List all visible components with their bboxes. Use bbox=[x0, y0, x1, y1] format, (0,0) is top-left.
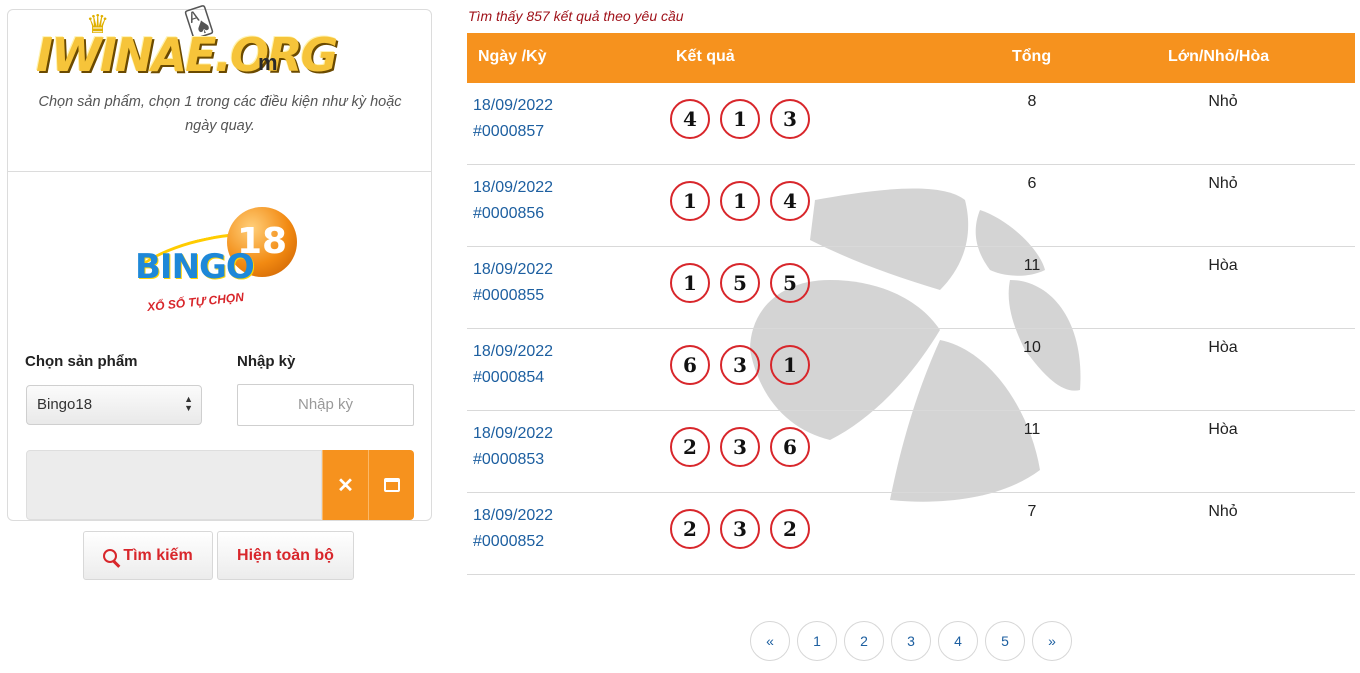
table-row: 18/09/2022 #0000856 1 1 4 6 Nhỏ bbox=[467, 165, 1355, 247]
period-label: Nhập kỳ bbox=[237, 353, 296, 370]
panel-header: ♛ 🂡 IWINAE.ORG m Chọn sản phẩm, chọn 1 t… bbox=[8, 5, 431, 172]
row-date[interactable]: 18/09/2022 #0000856 bbox=[473, 175, 553, 227]
result-ball: 5 bbox=[770, 263, 810, 303]
close-icon: ✕ bbox=[337, 474, 354, 497]
result-ball: 5 bbox=[720, 263, 760, 303]
site-logo: ♛ 🂡 IWINAE.ORG m bbox=[36, 5, 338, 96]
row-size: Hòa bbox=[1208, 339, 1238, 356]
show-all-button[interactable]: Hiện toàn bộ bbox=[217, 531, 354, 580]
result-ball: 3 bbox=[720, 427, 760, 467]
chevron-updown-icon: ▲ ▼ bbox=[184, 394, 193, 413]
page-next[interactable]: » bbox=[1032, 621, 1072, 661]
result-ball: 4 bbox=[770, 181, 810, 221]
result-ball: 2 bbox=[670, 509, 710, 549]
table-row: 18/09/2022 #0000855 1 5 5 11 Hòa bbox=[467, 247, 1355, 329]
header-size: Lớn/Nhỏ/Hòa bbox=[1168, 48, 1270, 65]
search-icon bbox=[103, 548, 118, 563]
row-total: 10 bbox=[1023, 339, 1041, 356]
row-size: Nhỏ bbox=[1208, 93, 1238, 110]
result-ball: 4 bbox=[670, 99, 710, 139]
result-count: Tìm thấy 857 kết quả theo yêu cầu bbox=[468, 8, 684, 24]
row-date[interactable]: 18/09/2022 #0000852 bbox=[473, 503, 553, 555]
result-ball: 3 bbox=[770, 99, 810, 139]
page-1[interactable]: 1 bbox=[797, 621, 837, 661]
table-row: 18/09/2022 #0000853 2 3 6 11 Hòa bbox=[467, 411, 1355, 493]
show-all-button-label: Hiện toàn bộ bbox=[237, 546, 334, 564]
result-ball: 6 bbox=[670, 345, 710, 385]
clear-date-button[interactable]: ✕ bbox=[322, 450, 368, 520]
logo-word: BINGO bbox=[135, 247, 255, 287]
row-date[interactable]: 18/09/2022 #0000857 bbox=[473, 93, 553, 145]
result-ball: 1 bbox=[770, 345, 810, 385]
table-row: 18/09/2022 #0000852 2 3 2 7 Nhỏ bbox=[467, 493, 1355, 575]
row-date[interactable]: 18/09/2022 #0000854 bbox=[473, 339, 553, 391]
calendar-button[interactable] bbox=[368, 450, 414, 520]
page-prev[interactable]: « bbox=[750, 621, 790, 661]
product-label: Chọn sản phẩm bbox=[25, 353, 138, 370]
row-balls: 1 1 4 bbox=[670, 181, 810, 221]
table-header: Ngày /Kỳ Kết quả Tổng Lớn/Nhỏ/Hòa bbox=[467, 33, 1355, 83]
row-total: 11 bbox=[1023, 421, 1041, 438]
row-size: Nhỏ bbox=[1208, 503, 1238, 520]
header-date: Ngày /Kỳ bbox=[478, 48, 547, 65]
row-balls: 4 1 3 bbox=[670, 99, 810, 139]
table-row: 18/09/2022 #0000857 4 1 3 8 Nhỏ bbox=[467, 83, 1355, 165]
row-balls: 6 3 1 bbox=[670, 345, 810, 385]
date-input[interactable] bbox=[26, 450, 322, 520]
header-total: Tổng bbox=[1012, 48, 1052, 65]
page-5[interactable]: 5 bbox=[985, 621, 1025, 661]
row-total: 11 bbox=[1023, 257, 1041, 274]
header-result: Kết quả bbox=[676, 48, 735, 65]
product-select[interactable]: Bingo18 ▲ ▼ bbox=[26, 385, 202, 425]
panel-description: Chọn sản phẩm, chọn 1 trong các điều kiệ… bbox=[38, 94, 402, 134]
row-total: 7 bbox=[1027, 503, 1037, 520]
result-ball: 6 bbox=[770, 427, 810, 467]
results-table: Ngày /Kỳ Kết quả Tổng Lớn/Nhỏ/Hòa 18/09/… bbox=[467, 33, 1355, 575]
result-ball: 2 bbox=[770, 509, 810, 549]
period-input[interactable]: Nhập kỳ bbox=[237, 384, 414, 426]
row-balls: 2 3 6 bbox=[670, 427, 810, 467]
result-ball: 1 bbox=[670, 263, 710, 303]
search-button[interactable]: Tìm kiếm bbox=[83, 531, 213, 580]
result-ball: 1 bbox=[720, 99, 760, 139]
row-size: Hòa bbox=[1208, 421, 1238, 438]
date-picker: ✕ bbox=[26, 450, 414, 520]
row-size: Nhỏ bbox=[1208, 175, 1238, 192]
row-date[interactable]: 18/09/2022 #0000853 bbox=[473, 421, 553, 473]
page-4[interactable]: 4 bbox=[938, 621, 978, 661]
row-total: 6 bbox=[1027, 175, 1037, 192]
table-row: 18/09/2022 #0000854 6 3 1 10 Hòa bbox=[467, 329, 1355, 411]
search-button-label: Tìm kiếm bbox=[123, 546, 193, 564]
row-total: 8 bbox=[1027, 93, 1037, 110]
row-balls: 1 5 5 bbox=[670, 263, 810, 303]
bingo18-logo: 18 BINGO XỔ SỐ TỰ CHỌN bbox=[122, 197, 317, 327]
row-size: Hòa bbox=[1208, 257, 1238, 274]
page-3[interactable]: 3 bbox=[891, 621, 931, 661]
result-ball: 2 bbox=[670, 427, 710, 467]
pagination: « 1 2 3 4 5 » bbox=[750, 621, 1072, 661]
result-ball: 1 bbox=[670, 181, 710, 221]
product-select-value: Bingo18 bbox=[37, 396, 93, 413]
calendar-icon bbox=[383, 478, 400, 492]
search-panel: ♛ 🂡 IWINAE.ORG m Chọn sản phẩm, chọn 1 t… bbox=[7, 5, 432, 521]
result-ball: 1 bbox=[720, 181, 760, 221]
row-date[interactable]: 18/09/2022 #0000855 bbox=[473, 257, 553, 309]
panel-title-fragment: m bbox=[258, 50, 278, 75]
result-ball: 3 bbox=[720, 509, 760, 549]
logo-text: IWINAE.ORG bbox=[36, 28, 338, 82]
page-2[interactable]: 2 bbox=[844, 621, 884, 661]
result-ball: 3 bbox=[720, 345, 760, 385]
row-balls: 2 3 2 bbox=[670, 509, 810, 549]
